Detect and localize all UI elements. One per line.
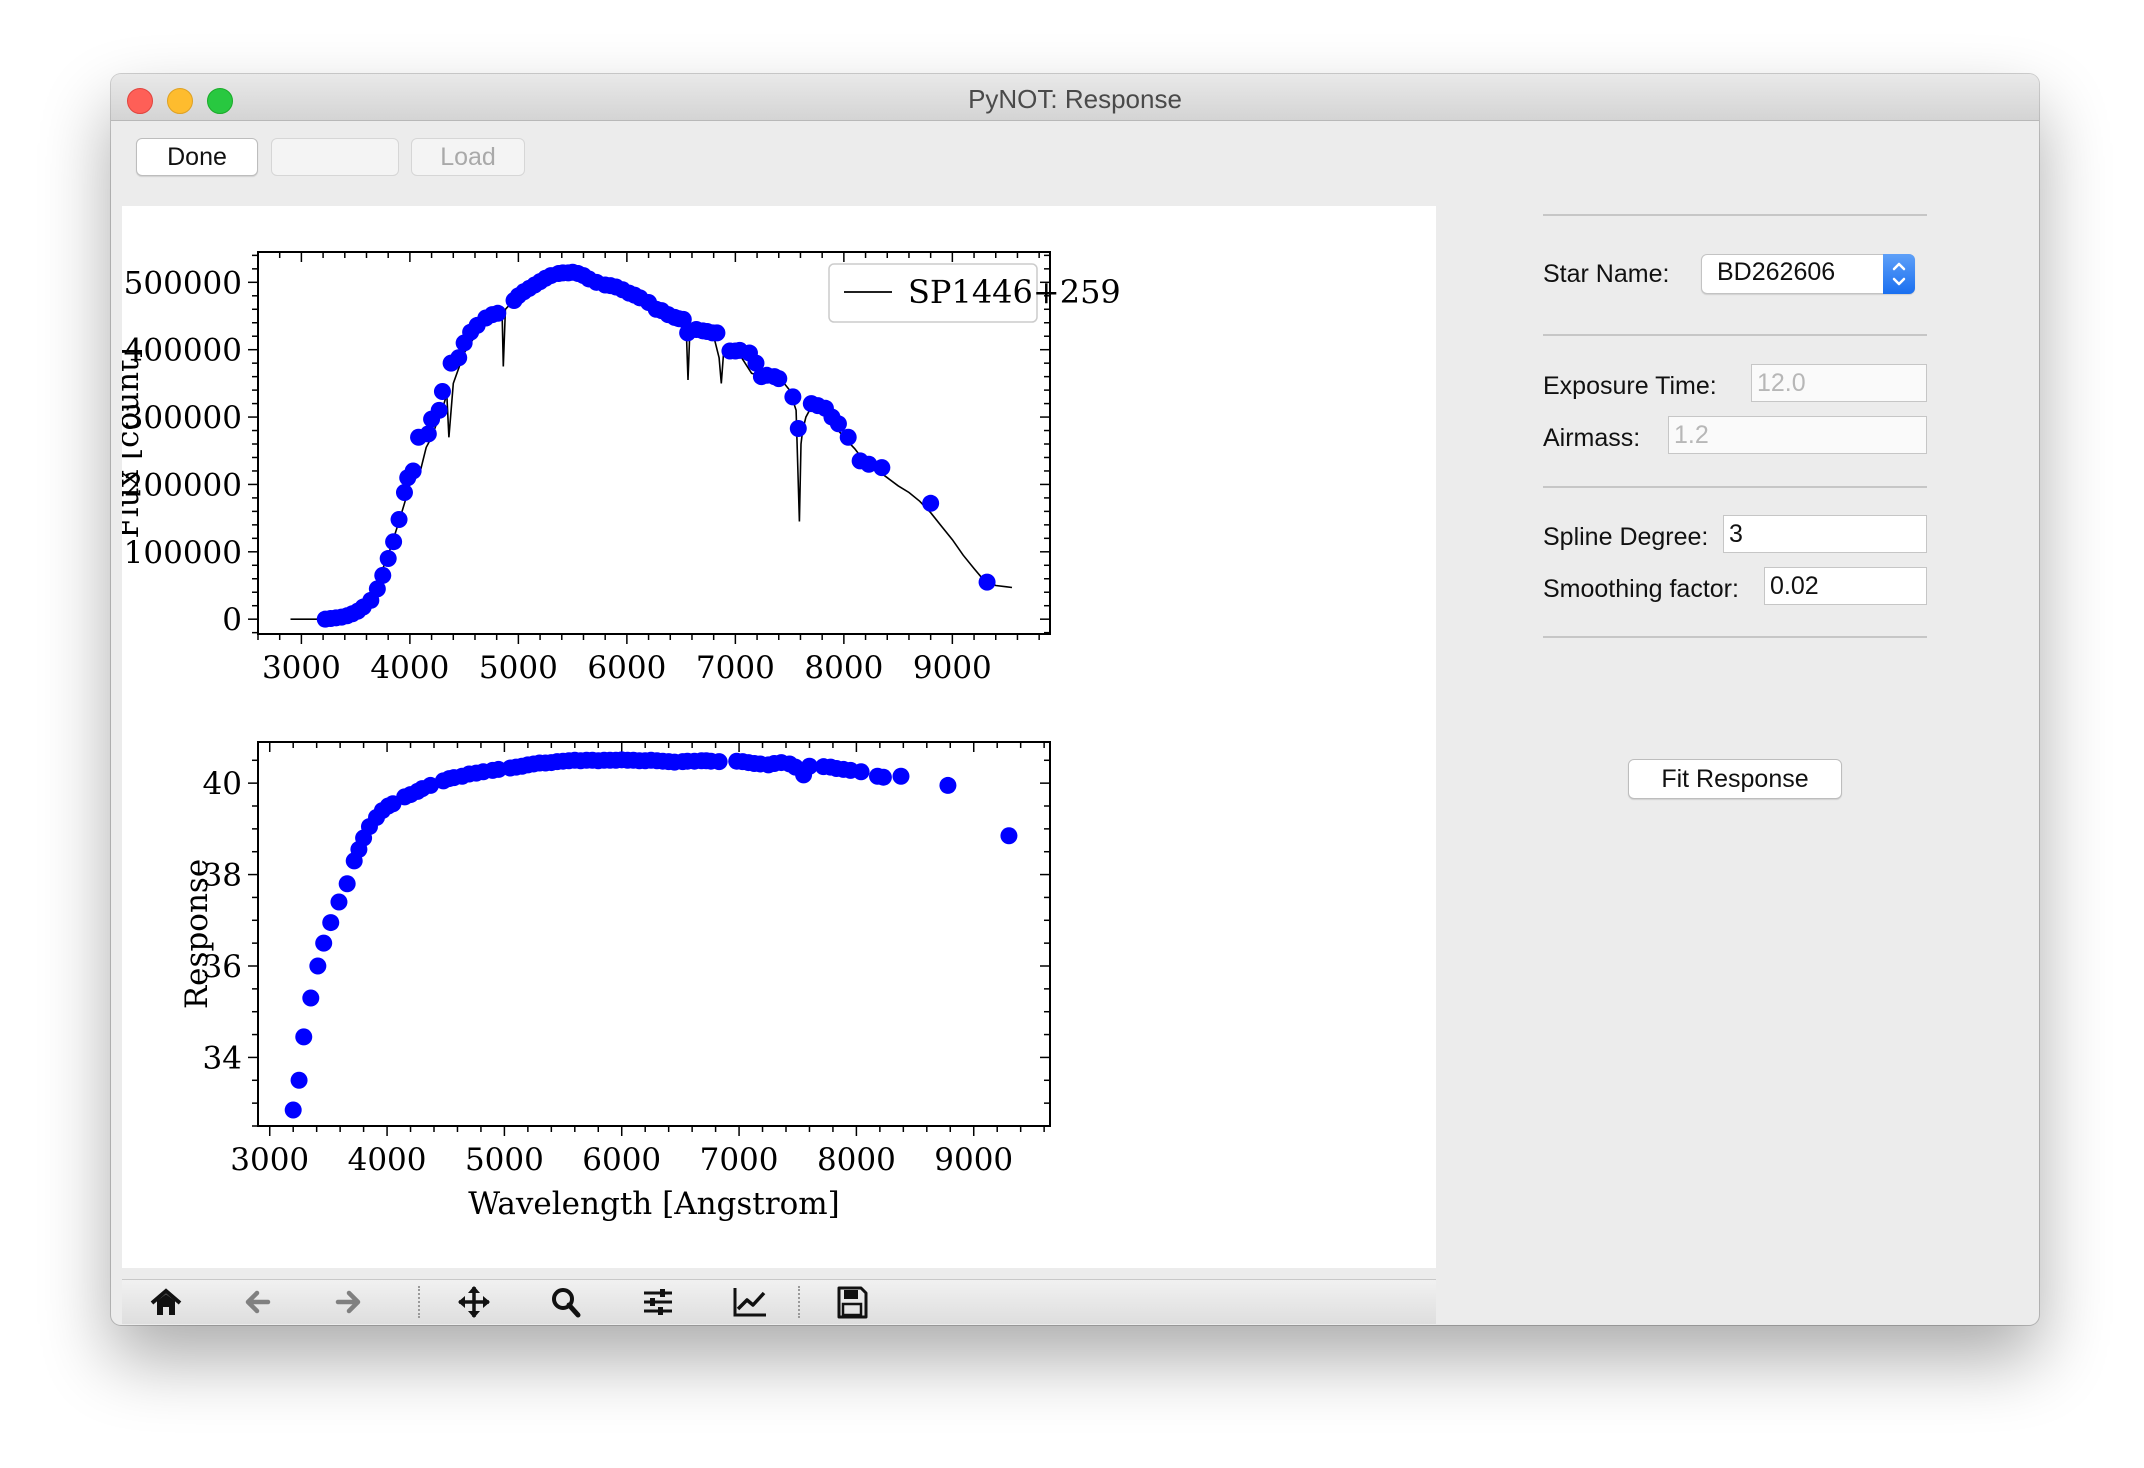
x-tick-label: 5000	[465, 1142, 544, 1178]
flux-point	[708, 324, 726, 342]
app-window: PyNOT: Response Done Load 3000 4000 5000 60…	[111, 74, 2039, 1325]
star-name-combobox[interactable]: BD262606	[1701, 254, 1915, 294]
x-tick-label: 3000	[230, 1142, 309, 1178]
exposure-time-field[interactable]: 12.0	[1751, 364, 1927, 402]
x-tick-label: 9000	[913, 650, 992, 686]
spline-degree-field[interactable]: 3	[1723, 515, 1927, 553]
x-tick-label: 6000	[582, 1142, 661, 1178]
load-button[interactable]: Load	[411, 138, 525, 176]
star-name-value: BD262606	[1717, 258, 1836, 286]
back-arrow-icon[interactable]	[238, 1284, 278, 1320]
y-tick-label: 0	[222, 602, 242, 638]
spline-degree-label: Spline Degree:	[1543, 523, 1709, 551]
legend: SP1446+259	[828, 263, 1121, 323]
response-point	[295, 1028, 313, 1046]
flux-point	[450, 349, 468, 367]
window-title: PyNOT: Response	[968, 84, 1182, 114]
flux-point	[385, 533, 403, 551]
x-tick-label: 7000	[696, 650, 775, 686]
flux-point	[379, 550, 397, 568]
y-tick-label: 500000	[124, 265, 242, 301]
configure-subplots-icon[interactable]	[638, 1284, 678, 1320]
toolbar-separator	[798, 1286, 800, 1318]
up-down-arrows-icon[interactable]	[1883, 254, 1915, 294]
flux-point	[789, 420, 807, 438]
response-point	[302, 989, 320, 1007]
flux-point	[922, 494, 940, 512]
x-tick-label: 7000	[700, 1142, 779, 1178]
title-bar: PyNOT: Response	[111, 74, 2039, 121]
response-point	[874, 768, 892, 786]
x-tick-label: 8000	[817, 1142, 896, 1178]
x-tick-label: 3000	[262, 650, 341, 686]
spectrum-line	[290, 270, 1013, 621]
response-point	[309, 957, 327, 975]
smoothing-factor-label: Smoothing factor:	[1543, 575, 1739, 603]
flux-point	[395, 484, 413, 502]
fit-response-button[interactable]: Fit Response	[1628, 759, 1842, 799]
response-axes: 3000 4000 5000 6000 7000 8000 900034363840Resp…	[179, 741, 1051, 1222]
y-tick-label: 100000	[124, 535, 242, 571]
flux-point	[784, 388, 802, 406]
flux-point	[873, 459, 891, 477]
response-point	[338, 875, 356, 893]
response-point	[322, 914, 340, 932]
home-icon[interactable]	[146, 1284, 186, 1320]
flux-point	[433, 382, 451, 400]
response-point	[852, 763, 870, 781]
star-name-label: Star Name:	[1543, 260, 1670, 288]
flux-axes: 3000 4000 5000 6000 7000 8000 9000010000020000…	[122, 251, 1121, 686]
response-point	[315, 934, 333, 952]
response-point	[290, 1071, 308, 1089]
response-point	[892, 767, 910, 785]
toolbar-separator	[418, 1286, 420, 1318]
divider	[1543, 334, 1927, 336]
response-point	[939, 776, 957, 794]
flux-point	[770, 370, 788, 388]
navigation-toolbar	[122, 1279, 1436, 1324]
y-axis-label: Response	[179, 859, 215, 1009]
response-point	[710, 753, 728, 771]
airmass-label: Airmass:	[1543, 424, 1641, 452]
x-tick-label: 8000	[804, 650, 883, 686]
settings-panel: Star Name: BD262606 Exposure Time: 12.0 …	[1543, 214, 1943, 1114]
y-axis-label: Flux [count]	[122, 347, 146, 538]
forward-arrow-icon[interactable]	[328, 1284, 368, 1320]
flux-point	[489, 304, 507, 322]
zoom-icon[interactable]	[546, 1284, 586, 1320]
axes-frame	[257, 741, 1051, 1127]
divider	[1543, 486, 1927, 488]
blank-disabled-button[interactable]	[271, 138, 399, 176]
flux-point	[374, 566, 392, 584]
x-tick-label: 4000	[370, 650, 449, 686]
divider	[1543, 214, 1927, 216]
done-button[interactable]: Done	[136, 138, 258, 176]
airmass-field[interactable]: 1.2	[1668, 416, 1927, 454]
x-tick-label: 4000	[348, 1142, 427, 1178]
x-axis-label: Wavelength [Angstrom]	[468, 1186, 840, 1222]
divider	[1543, 636, 1927, 638]
flux-point	[404, 462, 422, 480]
response-point	[330, 893, 348, 911]
flux-point	[978, 573, 996, 591]
flux-point	[390, 510, 408, 528]
smoothing-factor-field[interactable]: 0.02	[1764, 567, 1927, 605]
flux-point	[430, 401, 448, 419]
figure-canvas[interactable]: 3000 4000 5000 6000 7000 8000 9000 0 100000 20000…	[122, 206, 1436, 1268]
x-tick-label: 5000	[479, 650, 558, 686]
flux-point	[419, 425, 437, 443]
y-tick-label: 40	[203, 766, 242, 802]
y-tick-label: 34	[203, 1040, 242, 1076]
edit-axis-icon[interactable]	[730, 1284, 770, 1320]
x-tick-label: 9000	[934, 1142, 1013, 1178]
save-icon[interactable]	[832, 1284, 872, 1320]
x-tick-label: 6000	[587, 650, 666, 686]
exposure-time-label: Exposure Time:	[1543, 372, 1717, 400]
flux-point	[839, 428, 857, 446]
pan-icon[interactable]	[454, 1284, 494, 1320]
response-point	[284, 1101, 302, 1119]
legend-label: SP1446+259	[908, 273, 1121, 311]
figure-svg[interactable]: 3000 4000 5000 6000 7000 8000 9000010000020000…	[122, 206, 1436, 1268]
response-point	[1000, 827, 1018, 845]
